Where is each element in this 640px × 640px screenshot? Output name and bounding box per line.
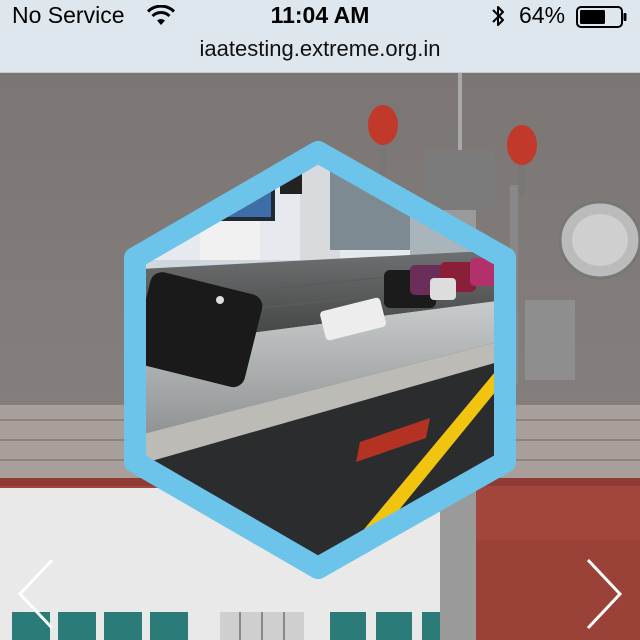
address-bar-url[interactable]: iaatesting.extreme.org.in bbox=[0, 36, 640, 62]
status-and-url-bar: No Service 11:04 AM 64% iaatesting.extre… bbox=[0, 0, 640, 73]
chevron-right-icon[interactable] bbox=[582, 556, 626, 632]
status-bar: No Service 11:04 AM 64% bbox=[0, 0, 640, 32]
bluetooth-icon bbox=[492, 6, 504, 26]
hero-image bbox=[0, 72, 640, 640]
carrier-label: No Service bbox=[12, 2, 125, 28]
battery-icon bbox=[576, 6, 627, 28]
wifi-icon bbox=[146, 5, 176, 25]
battery-percent: 64% bbox=[519, 2, 566, 28]
background-scene bbox=[0, 72, 640, 640]
chevron-left-icon[interactable] bbox=[14, 556, 58, 632]
